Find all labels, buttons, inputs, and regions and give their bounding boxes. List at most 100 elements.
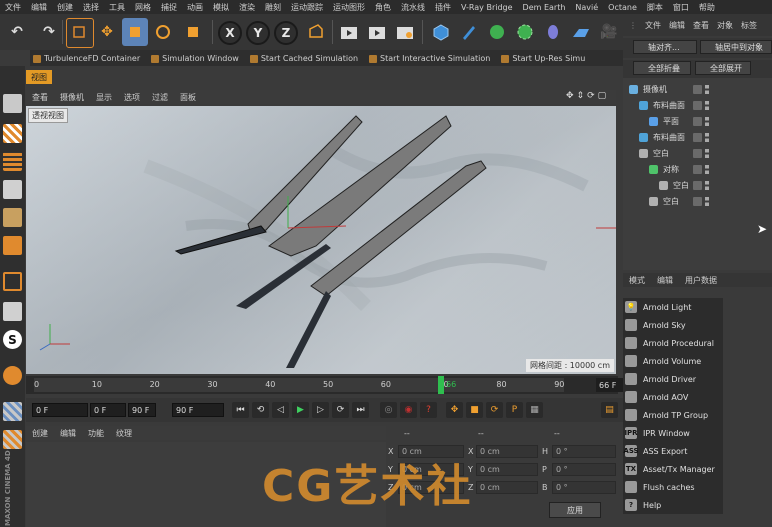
camera-icon[interactable]: 🎥 — [596, 18, 622, 46]
arnold-menu-item[interactable]: Flush caches — [623, 478, 723, 496]
attribute-menu-item[interactable]: 用户数据 — [679, 275, 723, 286]
keyframe-selection-icon[interactable]: ? — [420, 402, 437, 418]
viewport-menu-item[interactable]: 查看 — [26, 92, 54, 103]
object-row[interactable]: 对称 — [623, 162, 772, 177]
object-menu-item[interactable]: 标签 — [737, 20, 761, 31]
arnold-menu-item[interactable]: ASS ASS Export — [623, 442, 723, 460]
render-dots-icon[interactable] — [705, 165, 709, 174]
material-menu-item[interactable]: 创建 — [26, 428, 54, 439]
next-key-icon[interactable]: ⟳ — [332, 402, 349, 418]
render-dots-icon[interactable] — [705, 197, 709, 206]
coordinate-system-icon[interactable] — [302, 18, 328, 46]
arnold-menu-item[interactable]: ? Help — [623, 496, 723, 514]
menu-item[interactable]: 窗口 — [668, 2, 694, 13]
object-row[interactable]: 布料曲面 — [623, 98, 772, 113]
viewport-tab[interactable]: 视图 — [26, 70, 52, 84]
arnold-menu-item[interactable]: Arnold TP Group — [623, 406, 723, 424]
magnet-icon[interactable] — [3, 366, 22, 385]
menu-item[interactable]: 帮助 — [694, 2, 720, 13]
attribute-menu-item[interactable]: 编辑 — [651, 275, 679, 286]
polygons-mode-icon[interactable] — [3, 236, 22, 255]
parameter-key-icon[interactable]: P — [506, 402, 523, 418]
attribute-menu-item[interactable]: 模式 — [623, 275, 651, 286]
visibility-toggle[interactable] — [693, 197, 702, 206]
size-field[interactable]: 0 cm — [476, 445, 538, 458]
timeline[interactable]: 0102030405060708090 66 66 F — [26, 376, 636, 394]
make-editable-icon[interactable] — [3, 94, 22, 113]
menu-item[interactable]: 工具 — [104, 2, 130, 13]
material-menu-item[interactable]: 纹理 — [110, 428, 138, 439]
menu-item[interactable]: Dem Earth — [518, 3, 571, 12]
pla-key-icon[interactable]: ▦ — [526, 402, 543, 418]
object-menu-item[interactable]: 查看 — [689, 20, 713, 31]
menu-item[interactable]: 雕刻 — [260, 2, 286, 13]
material-menu-item[interactable]: 功能 — [82, 428, 110, 439]
axis-align-button[interactable]: 轴对齐... — [633, 40, 697, 54]
go-to-start-icon[interactable]: ⏮ — [232, 402, 249, 418]
render-dots-icon[interactable] — [705, 101, 709, 110]
plugin-button[interactable]: Simulation Window — [148, 54, 247, 63]
recent-tool-icon[interactable] — [180, 18, 206, 46]
menu-item[interactable]: 动画 — [182, 2, 208, 13]
arnold-menu-item[interactable]: Arnold AOV — [623, 388, 723, 406]
collapse-all-button[interactable]: 全部折叠 — [633, 61, 691, 75]
visibility-toggle[interactable] — [693, 181, 702, 190]
deformer-icon[interactable] — [540, 18, 566, 46]
menu-item[interactable]: 脚本 — [642, 2, 668, 13]
playhead[interactable] — [438, 376, 444, 394]
menu-item[interactable]: 网格 — [130, 2, 156, 13]
workplane-icon[interactable] — [3, 402, 22, 421]
arnold-menu-item[interactable]: TX Asset/Tx Manager — [623, 460, 723, 478]
arnold-menu-item[interactable]: Arnold Procedural — [623, 334, 723, 352]
object-row[interactable]: 空白 — [623, 146, 772, 161]
plugin-button[interactable]: TurbulenceFD Container — [30, 54, 148, 63]
record-keys-icon[interactable]: ◎ — [380, 402, 397, 418]
arnold-menu-item[interactable]: Arnold Sky — [623, 316, 723, 334]
snap-icon[interactable]: S — [3, 330, 22, 349]
menu-item[interactable]: Navié — [570, 3, 603, 12]
rotation-field[interactable]: 0 ° — [552, 463, 616, 476]
y-axis-lock[interactable]: Y — [246, 21, 270, 45]
pan-icon[interactable]: ✥ — [566, 91, 574, 103]
menu-item[interactable]: 创建 — [52, 2, 78, 13]
render-dots-icon[interactable] — [705, 133, 709, 142]
viewport-menu-item[interactable]: 显示 — [90, 92, 118, 103]
arnold-menu-item[interactable]: Arnold Volume — [623, 352, 723, 370]
visibility-toggle[interactable] — [693, 85, 702, 94]
end-frame-input[interactable]: 90 F — [172, 403, 224, 417]
plugin-button[interactable]: Start Interactive Simulation — [366, 54, 498, 63]
menu-item[interactable]: 编辑 — [26, 2, 52, 13]
menu-item[interactable]: 插件 — [430, 2, 456, 13]
menu-item[interactable]: V-Ray Bridge — [456, 3, 518, 12]
axis-mode-icon[interactable] — [3, 272, 22, 291]
menu-item[interactable]: 角色 — [370, 2, 396, 13]
z-axis-lock[interactable]: Z — [274, 21, 298, 45]
points-mode-icon[interactable] — [3, 180, 22, 199]
scale-key-icon[interactable]: ■ — [466, 402, 483, 418]
menu-item[interactable]: 流水线 — [396, 2, 430, 13]
texture-mode-icon[interactable] — [3, 152, 22, 171]
next-frame-icon[interactable]: ▷ — [312, 402, 329, 418]
size-field[interactable]: 0 cm — [476, 481, 538, 494]
menu-item[interactable]: 选择 — [78, 2, 104, 13]
viewport-menu-item[interactable]: 过滤 — [146, 92, 174, 103]
object-menu-item[interactable]: 对象 — [713, 20, 737, 31]
arnold-menu-item[interactable]: IPR IPR Window — [623, 424, 723, 442]
pen-icon[interactable] — [456, 18, 482, 46]
redo-icon[interactable]: ↷ — [36, 18, 62, 46]
scale-tool-icon[interactable] — [122, 18, 148, 46]
object-row[interactable]: 空白 — [623, 178, 772, 193]
visibility-toggle[interactable] — [693, 117, 702, 126]
render-dots-icon[interactable] — [705, 85, 709, 94]
tweak-mode-icon[interactable] — [3, 302, 22, 321]
menu-item[interactable]: 捕捉 — [156, 2, 182, 13]
timeline-window-icon[interactable]: ▤ — [601, 402, 618, 418]
cube-icon[interactable] — [428, 18, 454, 46]
start-frame-field[interactable]: 0 F — [32, 403, 88, 417]
floor-icon[interactable] — [568, 18, 594, 46]
viewport-menu-item[interactable]: 选项 — [118, 92, 146, 103]
move-tool-icon[interactable]: ✥ — [94, 18, 120, 46]
x-axis-lock[interactable]: X — [218, 21, 242, 45]
dolly-icon[interactable]: ⇕ — [577, 91, 585, 103]
subdivision-icon[interactable] — [484, 18, 510, 46]
